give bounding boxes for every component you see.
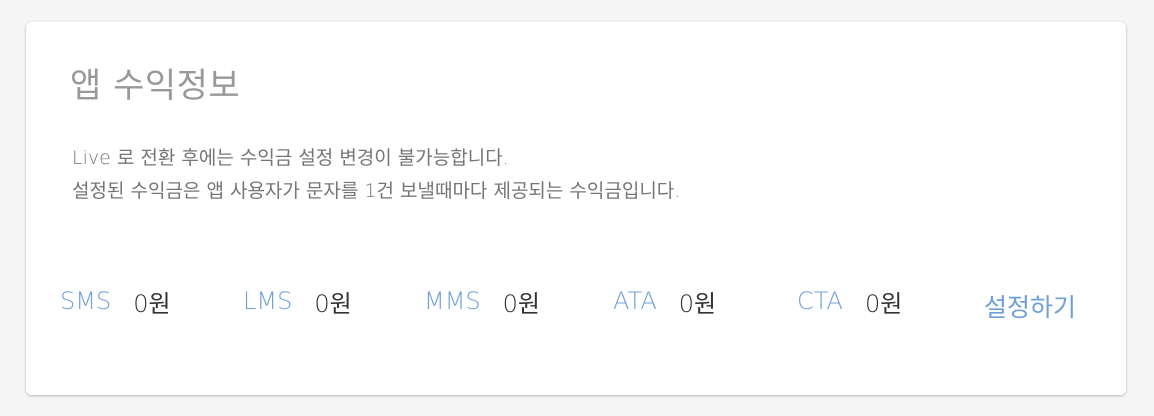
description-line-1: Live 로 전환 후에는 수익금 설정 변경이 불가능합니다. <box>72 147 509 169</box>
rate-value-sms: 0원 <box>133 289 171 318</box>
rate-label-sms: SMS <box>60 287 112 315</box>
rate-sms: SMS 0원 <box>60 281 171 321</box>
rate-label-ata: ATA <box>613 287 657 315</box>
rate-value-cta: 0원 <box>864 289 903 318</box>
rate-label-mms: MMS <box>424 287 481 315</box>
settings-button[interactable]: 설정하기 <box>984 288 1076 324</box>
rate-label-lms: LMS <box>243 287 293 315</box>
revenue-rates: SMS 0원 LMS 0원 MMS 0원 ATA 0원 CTA 0원 <box>60 281 1100 321</box>
card-title: 앱 수익정보 <box>70 66 241 106</box>
rate-mms: MMS 0원 <box>424 281 540 321</box>
rate-value-lms: 0원 <box>314 289 352 318</box>
rate-value-mms: 0원 <box>502 289 541 318</box>
rate-cta: CTA 0원 <box>797 281 902 321</box>
description-line-2: 설정된 수익금은 앱 사용자가 문자를 1건 보낼때마다 제공되는 수익금입니다… <box>72 180 681 202</box>
rate-lms: LMS 0원 <box>243 281 352 321</box>
app-revenue-card: 앱 수익정보 Live 로 전환 후에는 수익금 설정 변경이 불가능합니다. … <box>26 22 1126 395</box>
rate-label-cta: CTA <box>797 287 843 315</box>
rate-value-ata: 0원 <box>678 289 717 318</box>
rate-ata: ATA 0원 <box>613 281 716 321</box>
description: Live 로 전환 후에는 수익금 설정 변경이 불가능합니다. 설정된 수익금… <box>72 142 680 208</box>
